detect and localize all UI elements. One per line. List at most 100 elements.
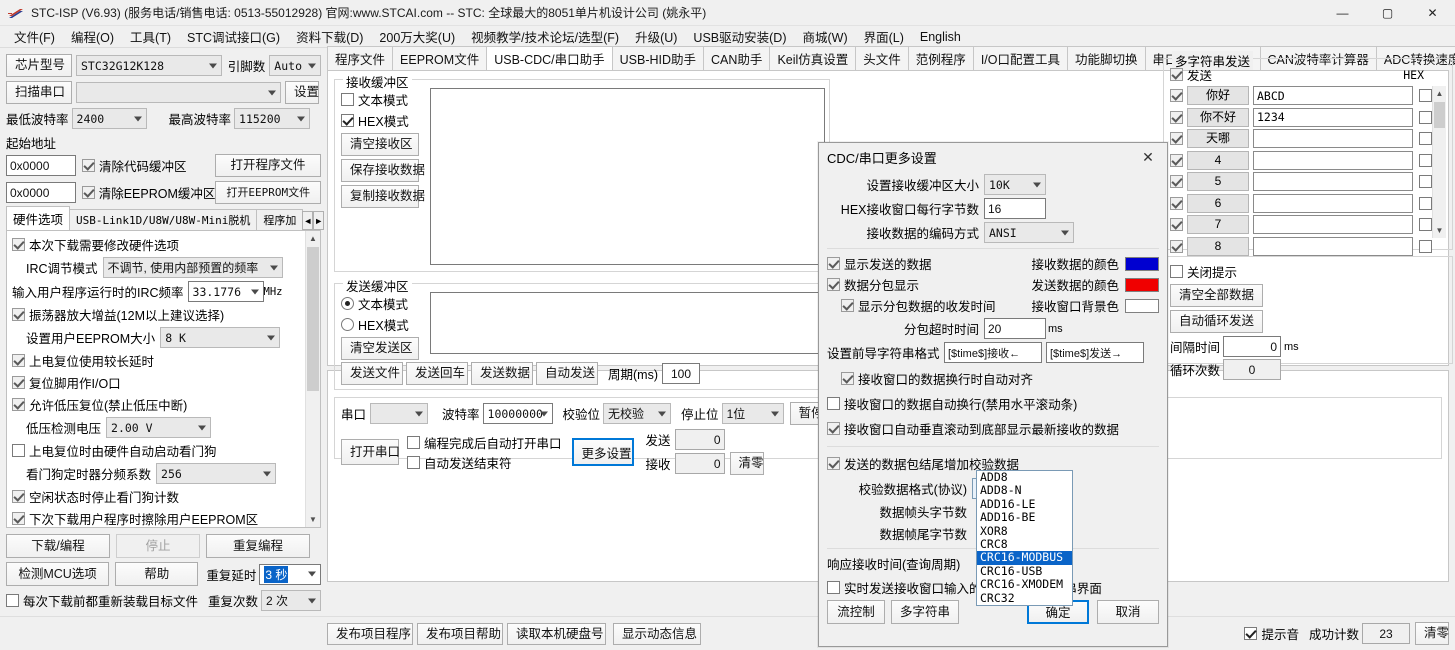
multistring-name-button-7[interactable]: 8 [1187,236,1249,256]
checkbox-icon[interactable] [1170,89,1183,102]
hw-option-checkbox-5[interactable]: 上电复位使用较长延时 [12,351,154,370]
clear-success-count-button[interactable]: 清零 [1415,622,1449,645]
multistring-name-button-6[interactable]: 7 [1187,215,1249,234]
checksum-option-2[interactable]: ADD16-LE [977,497,1072,511]
repeat-program-button[interactable]: 重复编程 [206,534,310,558]
hw-option-checkbox-11[interactable]: 空闲状态时停止看门狗计数 [12,487,179,506]
hw-option-select-1[interactable]: 不调节, 使用内部预置的频率 [102,257,283,278]
checkbox-icon[interactable] [1170,239,1183,253]
show-dynamic-info-button[interactable]: 显示动态信息 [613,622,701,645]
checksum-option-6[interactable]: CRC16-MODBUS [977,551,1072,565]
multistring-name-button-4[interactable]: 5 [1187,172,1249,191]
menu-item-8[interactable]: USB驱动安装(D) [685,25,794,48]
menu-item-11[interactable]: English [912,28,969,46]
multistring-value-input-6[interactable] [1253,215,1413,234]
flow-control-button[interactable]: 流控制 [827,600,885,624]
send-data-button[interactable]: 发送数据 [471,362,533,385]
menu-item-2[interactable]: 工具(T) [122,25,179,48]
align-wrap-checkbox[interactable]: 接收窗口的数据换行时自动对齐 [841,369,1033,388]
minimize-button[interactable]: — [1320,0,1365,26]
auto-open-port-checkbox[interactable]: 编程完成后自动打开串口 [407,433,562,452]
multistring-name-button-1[interactable]: 你不好 [1187,107,1249,127]
scroll-up-icon[interactable]: ▲ [306,231,320,246]
hw-option-checkbox-7[interactable]: 允许低压复位(禁止低压中断) [12,395,187,414]
recv-hex-mode-checkbox[interactable]: HEX模式 [341,111,409,130]
interval-input[interactable]: 0 [1223,336,1282,357]
multistring-value-input-3[interactable] [1253,150,1413,170]
packet-display-checkbox[interactable]: 数据分包显示 [827,275,919,294]
help-button[interactable]: 帮助 [115,562,199,586]
hw-option-select-8[interactable]: 2.00 V [106,417,212,438]
chip-model-button[interactable]: 芯片型号 [6,54,72,77]
repeat-count-select[interactable]: 2 次 [261,590,321,611]
scan-port-button[interactable]: 扫描串口 [6,81,72,104]
clear-eeprom-buffer-checkbox[interactable]: 清除EEPROM缓冲区 [81,183,215,202]
download-program-button[interactable]: 下载/编程 [6,534,110,558]
multistring-scrollbar[interactable]: ▲ ▼ [1432,86,1446,238]
hw-option-checkbox-12[interactable]: 下次下载用户程序时擦除用户EEPROM区 [12,509,258,527]
send-text-mode-radio[interactable]: 文本模式 [341,294,408,313]
auto-scroll-checkbox[interactable]: 接收窗口自动垂直滚动到底部显示最新接收的数据 [827,419,1119,438]
checkbox-icon[interactable] [1170,196,1183,210]
recv-text-mode-checkbox[interactable]: 文本模式 [341,90,408,109]
min-baud-select[interactable]: 2400 [71,108,147,129]
multistring-value-input-0[interactable]: ABCD [1253,86,1413,105]
hw-option-checkbox-9[interactable]: 上电复位时由硬件自动启动看门狗 [12,441,217,460]
checkbox-icon[interactable] [1170,218,1183,231]
more-settings-button[interactable]: 更多设置 [571,438,634,466]
checksum-option-0[interactable]: ADD8 [977,470,1072,484]
menu-item-10[interactable]: 界面(L) [856,25,912,48]
send-hex-mode-radio[interactable]: HEX模式 [341,315,409,334]
port-select[interactable] [370,403,429,424]
main-tab-4[interactable]: CAN助手 [703,46,771,70]
multistring-value-input-4[interactable] [1253,172,1413,191]
multistring-hex-checkbox-0[interactable] [1419,89,1432,102]
reload-target-checkbox[interactable]: 每次下载前都重新装载目标文件 [6,591,198,610]
menu-item-4[interactable]: 资料下载(D) [288,25,371,48]
scrollbar-thumb[interactable] [1434,102,1445,128]
parity-select[interactable]: 无校验 [603,403,672,424]
clear-code-buffer-checkbox[interactable]: 清除代码缓冲区 [82,156,187,175]
menu-item-9[interactable]: 商城(W) [794,25,855,48]
clear-receive-button[interactable]: 清空接收区 [341,133,419,156]
close-hint-checkbox[interactable]: 关闭提示 [1170,262,1237,281]
hw-option-select-4[interactable]: 8 K [160,327,281,348]
copy-receive-button[interactable]: 复制接收数据 [341,185,425,208]
clear-all-data-button[interactable]: 清空全部数据 [1170,284,1263,307]
menu-item-6[interactable]: 视频教学/技术论坛/选型(F) [463,25,627,48]
multistring-value-input-7[interactable] [1253,236,1413,256]
multistring-value-input-5[interactable] [1253,193,1413,213]
send-return-button[interactable]: 发送回车 [406,362,468,385]
open-eeprom-file-button[interactable]: 打开EEPROM文件 [215,181,321,204]
cancel-button[interactable]: 取消 [1097,600,1159,624]
checksum-option-9[interactable]: CRC32 [977,591,1072,605]
publish-project-help-button[interactable]: 发布项目帮助 [417,622,503,645]
main-tab-8[interactable]: I/O口配置工具 [972,46,1068,70]
multistring-value-input-1[interactable]: 1234 [1253,107,1413,127]
left-tab-0[interactable]: 硬件选项 [6,206,71,230]
multistring-value-input-2[interactable] [1253,129,1413,148]
scrollbar-thumb[interactable] [307,247,319,391]
multistring-hex-checkbox-2[interactable] [1419,132,1432,145]
multistring-hex-checkbox-5[interactable] [1419,196,1432,210]
multistring-hex-checkbox-6[interactable] [1419,218,1432,231]
checksum-option-3[interactable]: ADD16-BE [977,510,1072,524]
irc-frequency-input[interactable]: 33.1776 [187,281,264,302]
code-address-input[interactable]: 0x0000 [6,155,76,176]
main-tab-3[interactable]: USB-HID助手 [611,46,705,70]
send-file-button[interactable]: 发送文件 [341,362,403,385]
main-tab-6[interactable]: 头文件 [855,46,909,70]
multistring-dialog-button[interactable]: 多字符串 [891,600,959,624]
save-receive-button[interactable]: 保存接收数据 [341,159,425,182]
main-tab-9[interactable]: 功能脚切换 [1066,46,1146,70]
scroll-up-icon[interactable]: ▲ [1433,86,1446,101]
beep-checkbox[interactable]: 提示音 [1244,624,1299,643]
multistring-hex-checkbox-3[interactable] [1419,153,1432,167]
main-tab-7[interactable]: 范例程序 [907,46,974,70]
hw-option-select-10[interactable]: 256 [156,463,277,484]
encoding-select[interactable]: ANSI [984,222,1074,243]
scroll-down-icon[interactable]: ▼ [306,512,320,527]
publish-project-program-button[interactable]: 发布项目程序 [327,622,413,645]
left-tab-next-icon[interactable]: ► [313,211,325,230]
hw-option-checkbox-6[interactable]: 复位脚用作I/O口 [12,373,121,392]
